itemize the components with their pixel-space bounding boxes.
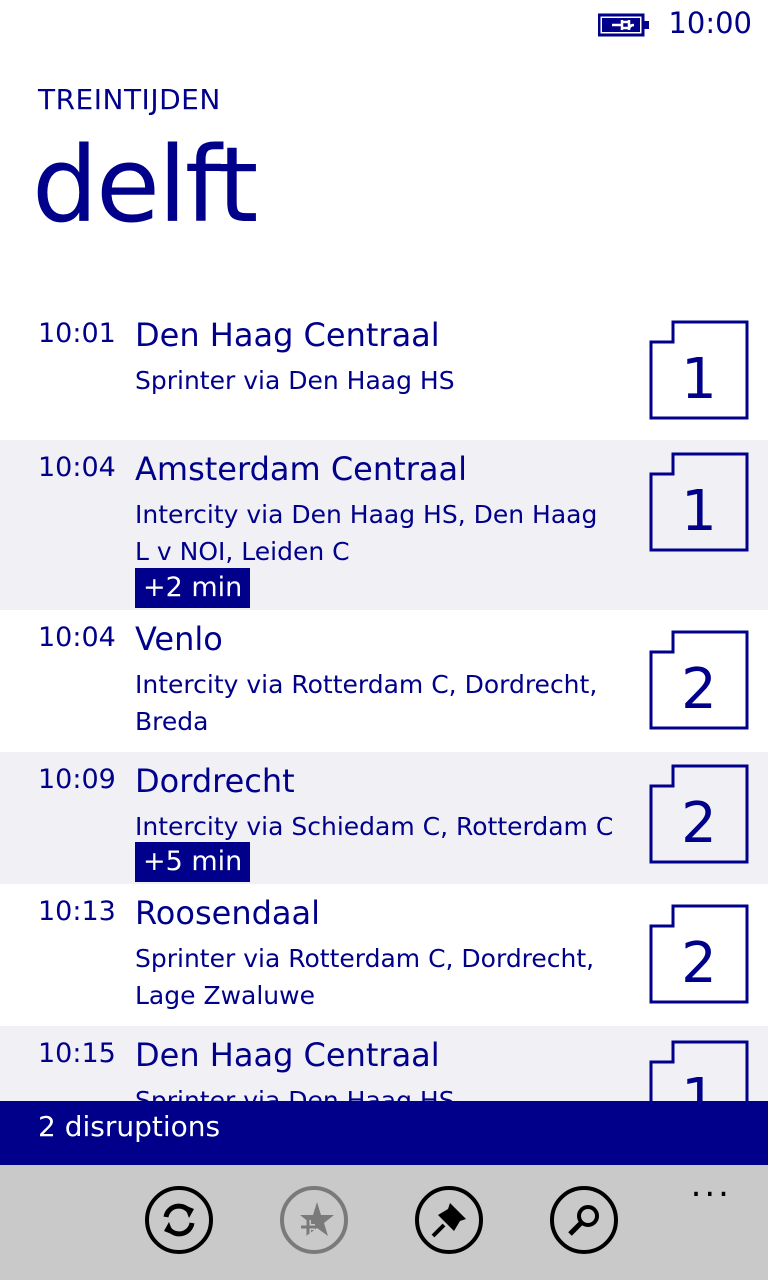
track-number: 1 [681, 347, 717, 412]
departure-row[interactable]: 10:01 Den Haag Centraal Sprinter via Den… [0, 306, 768, 440]
departure-via: Sprinter via Den Haag HS [135, 1086, 455, 1102]
departure-via: Intercity via Den Haag HS, Den Haag L v … [135, 500, 598, 566]
departures-list[interactable]: 10:01 Den Haag Centraal Sprinter via Den… [0, 306, 768, 1102]
status-clock: 10:00 [668, 6, 752, 40]
departure-time: 10:09 [38, 764, 116, 795]
track-badge: 1 [649, 452, 749, 552]
delay-badge: +5 min [135, 842, 251, 882]
disruptions-label: 2 disruptions [38, 1110, 221, 1143]
departure-row[interactable]: 10:13 Roosendaal Sprinter via Rotterdam … [0, 884, 768, 1026]
departure-time: 10:04 [38, 622, 116, 653]
app-bar: ... [0, 1165, 768, 1280]
track-badge: 2 [649, 764, 749, 864]
departure-time: 10:04 [38, 452, 116, 483]
battery-charging-icon [598, 13, 649, 37]
pin-button[interactable] [414, 1185, 484, 1255]
refresh-icon [163, 1203, 195, 1237]
departure-row[interactable]: 10:04 Venlo Intercity via Rotterdam C, D… [0, 610, 768, 752]
departure-time: 10:01 [38, 318, 116, 349]
track-badge: 1 [649, 320, 749, 420]
departure-via: Intercity via Rotterdam C, Dordrecht, Br… [135, 670, 598, 736]
track-badge: 1 [649, 1040, 749, 1102]
page-title: delft [32, 124, 258, 246]
app-title: TREINTIJDEN [38, 83, 221, 116]
departure-row[interactable]: 10:04 Amsterdam Centraal Intercity via D… [0, 440, 768, 610]
status-bar: 10:00 [0, 0, 768, 50]
track-number: 2 [681, 791, 717, 856]
track-number: 1 [681, 1067, 717, 1103]
track-badge: 2 [649, 904, 749, 1004]
departure-time: 10:13 [38, 896, 116, 927]
departure-time: 10:15 [38, 1038, 116, 1069]
track-number: 2 [681, 657, 717, 722]
departure-row[interactable]: 10:09 Dordrecht Intercity via Schiedam C… [0, 752, 768, 884]
pin-icon [431, 1203, 466, 1238]
track-number: 2 [681, 931, 717, 996]
departure-destination: Roosendaal [135, 894, 321, 932]
track-number: 1 [681, 479, 717, 544]
departure-via: Sprinter via Rotterdam C, Dordrecht, Lag… [135, 944, 595, 1010]
more-options-button[interactable]: ... [691, 1168, 732, 1202]
search-button[interactable] [549, 1185, 619, 1255]
departure-via: Intercity via Schiedam C, Rotterdam C [135, 812, 614, 841]
refresh-button[interactable] [144, 1185, 214, 1255]
departure-destination: Venlo [135, 620, 223, 658]
departure-destination: Den Haag Centraal [135, 1036, 440, 1074]
departure-row[interactable]: 10:15 Den Haag Centraal Sprinter via Den… [0, 1026, 768, 1102]
delay-badge: +2 min [135, 568, 251, 608]
add-favorite-button[interactable] [279, 1185, 349, 1255]
disruptions-banner[interactable]: 2 disruptions [0, 1101, 768, 1165]
track-badge: 2 [649, 630, 749, 730]
add-favorite-icon [300, 1202, 334, 1236]
search-icon [568, 1205, 599, 1236]
departure-destination: Amsterdam Centraal [135, 450, 467, 488]
departure-destination: Den Haag Centraal [135, 316, 440, 354]
departure-destination: Dordrecht [135, 762, 295, 800]
departure-via: Sprinter via Den Haag HS [135, 366, 455, 395]
